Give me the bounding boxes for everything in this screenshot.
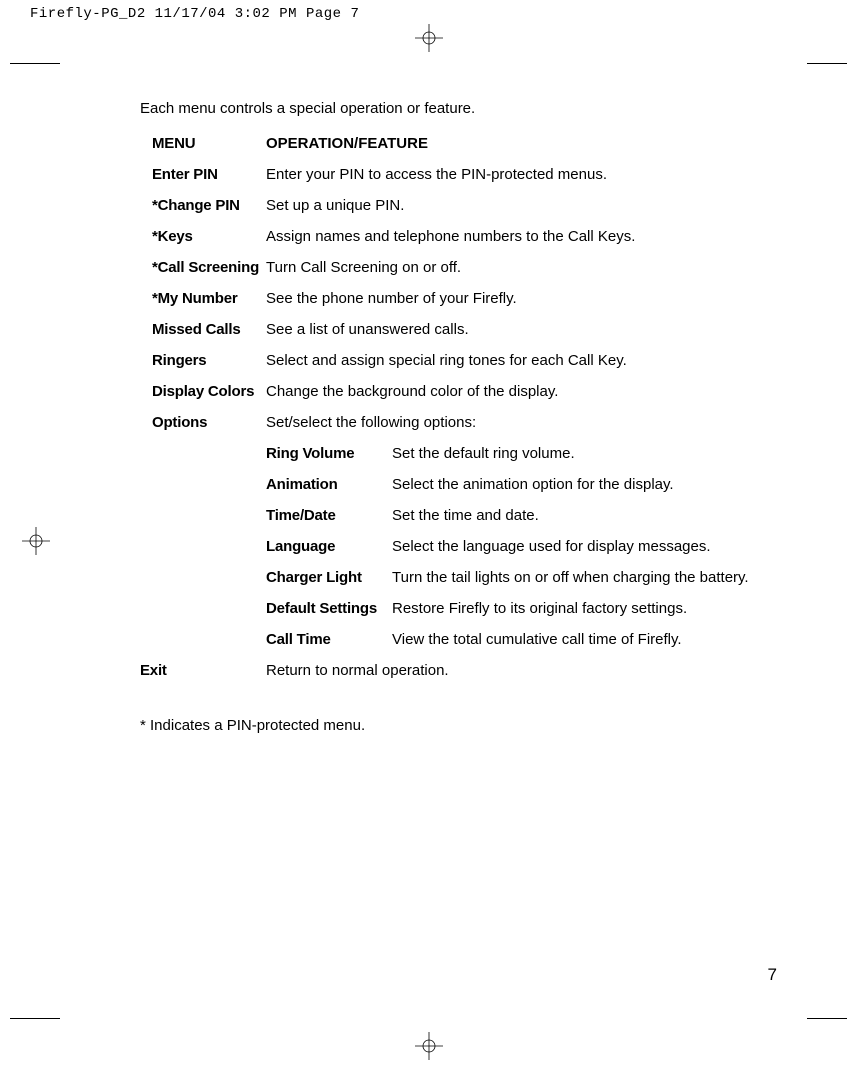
sub-menu-label: Call Time xyxy=(266,631,392,648)
table-row: *Call Screening Turn Call Screening on o… xyxy=(140,259,777,276)
menu-desc: Set up a unique PIN. xyxy=(266,197,777,214)
menu-label: Exit xyxy=(140,662,266,679)
footnote: * Indicates a PIN-protected menu. xyxy=(140,717,777,734)
sub-menu-desc: Select the language used for display mes… xyxy=(392,538,777,555)
intro-text: Each menu controls a special operation o… xyxy=(140,100,777,117)
table-row: *Keys Assign names and telephone numbers… xyxy=(140,228,777,245)
menu-label: *My Number xyxy=(140,290,266,307)
table-row: Missed Calls See a list of unanswered ca… xyxy=(140,321,777,338)
sub-menu-label: Charger Light xyxy=(266,569,392,586)
print-slug: Firefly-PG_D2 11/17/04 3:02 PM Page 7 xyxy=(0,0,857,22)
subtable-row: Animation Select the animation option fo… xyxy=(266,476,777,493)
menu-desc: Turn Call Screening on or off. xyxy=(266,259,777,276)
subtable-row: Ring Volume Set the default ring volume. xyxy=(266,445,777,462)
page-number: 7 xyxy=(768,965,777,985)
options-intro: Set/select the following options: xyxy=(266,414,777,431)
registration-mark-icon xyxy=(415,1032,443,1060)
table-row: Ringers Select and assign special ring t… xyxy=(140,352,777,369)
menu-desc: Set/select the following options: Ring V… xyxy=(266,414,777,648)
menu-desc: See a list of unanswered calls. xyxy=(266,321,777,338)
sub-menu-label: Animation xyxy=(266,476,392,493)
subtable-row: Time/Date Set the time and date. xyxy=(266,507,777,524)
menu-label: Ringers xyxy=(140,352,266,369)
options-subtable: Ring Volume Set the default ring volume.… xyxy=(266,445,777,648)
menu-label: Options xyxy=(140,414,266,648)
table-row: *Change PIN Set up a unique PIN. xyxy=(140,197,777,214)
registration-mark-icon xyxy=(415,24,443,52)
sub-menu-label: Default Settings xyxy=(266,600,392,617)
crop-mark xyxy=(10,63,60,64)
sub-menu-desc: Set the time and date. xyxy=(392,507,777,524)
menu-label: *Keys xyxy=(140,228,266,245)
subtable-row: Call Time View the total cumulative call… xyxy=(266,631,777,648)
table-row: Options Set/select the following options… xyxy=(140,414,777,648)
table-row: Enter PIN Enter your PIN to access the P… xyxy=(140,166,777,183)
menu-label: *Change PIN xyxy=(140,197,266,214)
sub-menu-label: Ring Volume xyxy=(266,445,392,462)
sub-menu-desc: Turn the tail lights on or off when char… xyxy=(392,569,777,586)
header-desc: OPERATION/FEATURE xyxy=(266,135,777,152)
crop-mark xyxy=(10,1018,60,1019)
sub-menu-desc: Restore Firefly to its original factory … xyxy=(392,600,777,617)
menu-desc: Change the background color of the displ… xyxy=(266,383,777,400)
menu-desc: Assign names and telephone numbers to th… xyxy=(266,228,777,245)
menu-label: Enter PIN xyxy=(140,166,266,183)
menu-desc: Select and assign special ring tones for… xyxy=(266,352,777,369)
sub-menu-desc: View the total cumulative call time of F… xyxy=(392,631,777,648)
sub-menu-desc: Set the default ring volume. xyxy=(392,445,777,462)
menu-label: Display Colors xyxy=(140,383,266,400)
menu-desc: See the phone number of your Firefly. xyxy=(266,290,777,307)
subtable-row: Language Select the language used for di… xyxy=(266,538,777,555)
registration-mark-icon xyxy=(22,527,50,555)
subtable-row: Charger Light Turn the tail lights on or… xyxy=(266,569,777,586)
menu-label: *Call Screening xyxy=(140,259,266,276)
subtable-row: Default Settings Restore Firefly to its … xyxy=(266,600,777,617)
menu-label: Missed Calls xyxy=(140,321,266,338)
sub-menu-desc: Select the animation option for the disp… xyxy=(392,476,777,493)
crop-mark xyxy=(807,1018,847,1019)
menu-desc: Enter your PIN to access the PIN-protect… xyxy=(266,166,777,183)
menu-desc: Return to normal operation. xyxy=(266,662,777,679)
table-header: MENU OPERATION/FEATURE xyxy=(140,135,777,152)
crop-mark xyxy=(807,63,847,64)
header-menu: MENU xyxy=(140,135,266,152)
sub-menu-label: Time/Date xyxy=(266,507,392,524)
table-row: Exit Return to normal operation. xyxy=(140,662,777,679)
sub-menu-label: Language xyxy=(266,538,392,555)
page-content: Each menu controls a special operation o… xyxy=(140,100,777,734)
table-row: Display Colors Change the background col… xyxy=(140,383,777,400)
table-row: *My Number See the phone number of your … xyxy=(140,290,777,307)
